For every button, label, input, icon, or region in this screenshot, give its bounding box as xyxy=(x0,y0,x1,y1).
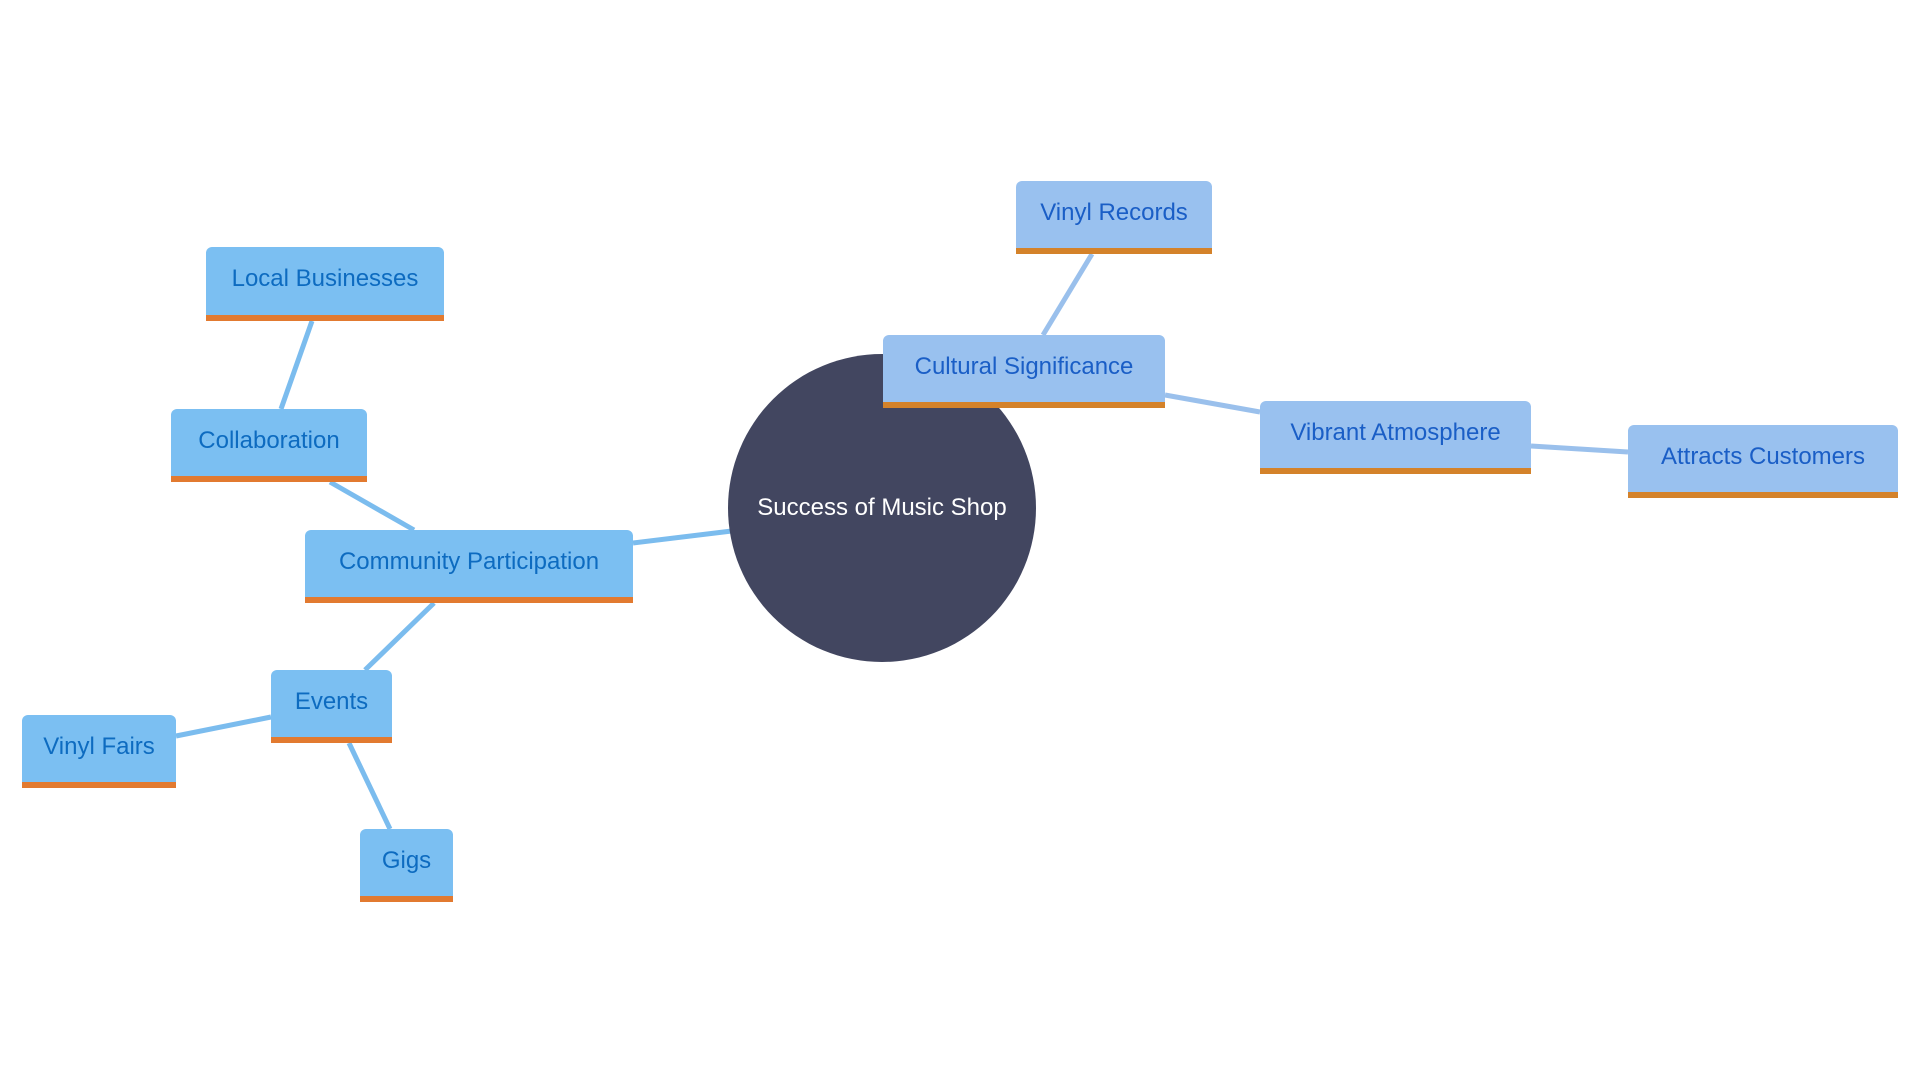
edge-events-gigs xyxy=(346,741,393,831)
node-events[interactable]: Events xyxy=(271,670,392,743)
node-label: Vinyl Fairs xyxy=(43,732,155,760)
node-label: Local Businesses xyxy=(231,265,419,292)
node-vinyl-fairs[interactable]: Vinyl Fairs xyxy=(22,715,176,788)
node-label: Gigs xyxy=(381,846,432,874)
edge-cultural-vinylrec xyxy=(1040,252,1095,337)
node-label: Cultural Significance xyxy=(914,352,1134,380)
node-gigs[interactable]: Gigs xyxy=(360,829,453,902)
node-collaboration[interactable]: Collaboration xyxy=(171,409,367,482)
root-node-label: Success of Music Shop xyxy=(757,494,1007,521)
node-community-participation[interactable]: Community Participation xyxy=(305,530,633,603)
node-label: Community Participation xyxy=(338,547,600,575)
node-label: Attracts Customers xyxy=(1660,442,1866,470)
node-attracts-customers[interactable]: Attracts Customers xyxy=(1628,425,1898,498)
node-cultural-significance[interactable]: Cultural Significance xyxy=(883,335,1165,408)
node-label: Vibrant Atmosphere xyxy=(1290,418,1501,446)
node-local-businesses[interactable]: Local Businesses xyxy=(206,247,444,321)
node-label: Vinyl Records xyxy=(1040,198,1188,226)
edge-root-community xyxy=(632,527,741,546)
edge-events-vinylfairs xyxy=(175,714,272,739)
edge-vibrant-attracts xyxy=(1530,443,1629,455)
node-label: Collaboration xyxy=(198,426,340,454)
node-label: Events xyxy=(294,687,369,715)
edge-community-events xyxy=(363,601,436,672)
node-vinyl-records[interactable]: Vinyl Records xyxy=(1016,181,1212,254)
edge-collab-local xyxy=(278,320,315,410)
edge-community-collab xyxy=(328,479,416,533)
node-vibrant-atmosphere[interactable]: Vibrant Atmosphere xyxy=(1260,401,1531,474)
edge-cultural-vibrant xyxy=(1164,392,1261,415)
